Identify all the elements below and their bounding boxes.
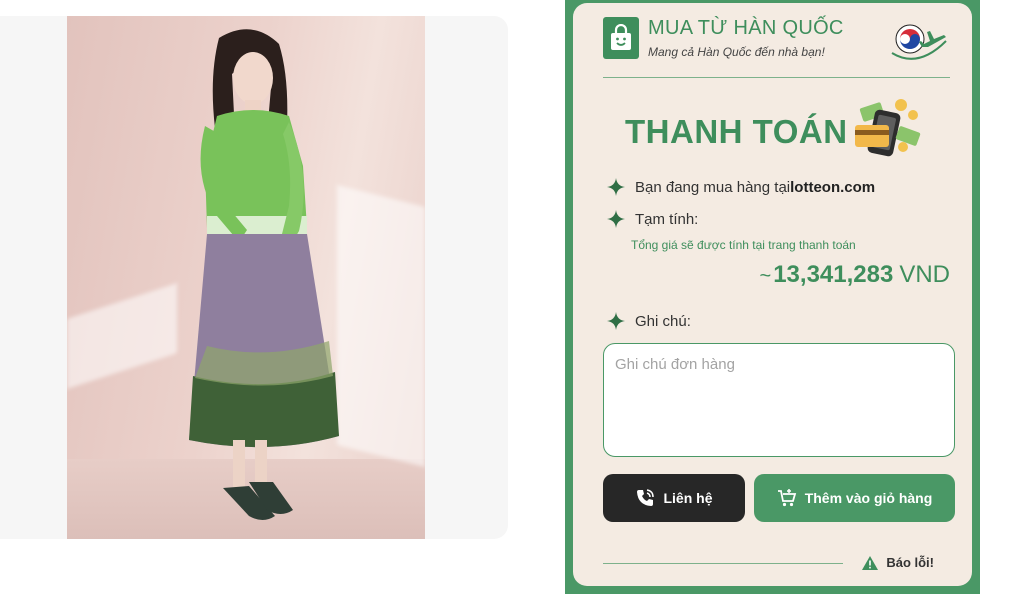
store-prefix: Bạn đang mua hàng tại	[635, 178, 791, 196]
brand-subtitle: Mang cả Hàn Quốc đến nhà bạn!	[648, 45, 825, 59]
price-prefix: ~	[759, 265, 772, 287]
price-display: ~13,341,283 VND	[760, 261, 950, 289]
header-divider	[603, 77, 950, 78]
price-amount: 13,341,283	[773, 261, 894, 288]
checkout-card: MUA TỪ HÀN QUỐC Mang cả Hàn Quốc đến nhà…	[573, 3, 972, 586]
note-row: Ghi chú:	[607, 312, 691, 330]
order-note-input[interactable]	[603, 343, 955, 457]
store-row: Bạn đang mua hàng tại lotteon.com	[607, 178, 875, 196]
phone-icon	[637, 489, 655, 506]
contact-button[interactable]: Liên hệ	[603, 474, 745, 522]
add-to-cart-label: Thêm vào giỏ hàng	[804, 490, 933, 506]
sparkle-icon	[607, 210, 625, 228]
brand-header[interactable]: MUA TỪ HÀN QUỐC Mang cả Hàn Quốc đến nhà…	[603, 17, 844, 59]
product-page: MUA TỪ HÀN QUỐC Mang cả Hàn Quốc đến nhà…	[0, 0, 1024, 605]
footer-divider	[603, 563, 843, 564]
checkout-panel: MUA TỪ HÀN QUỐC Mang cả Hàn Quốc đến nhà…	[565, 0, 980, 594]
brand-title: MUA TỪ HÀN QUỐC	[648, 17, 844, 39]
report-label: Báo lỗi!	[886, 555, 934, 570]
subtotal-note: Tổng giá sẽ được tính tại trang thanh to…	[631, 238, 856, 252]
warning-icon	[862, 555, 879, 570]
korea-flag-plane-icon	[888, 19, 948, 65]
product-image[interactable]	[67, 16, 425, 539]
report-error-link[interactable]: Báo lỗi!	[862, 555, 934, 570]
sparkle-icon	[607, 178, 625, 196]
price-currency: VND	[899, 261, 950, 288]
add-to-cart-button[interactable]: Thêm vào giỏ hàng	[754, 474, 955, 522]
phone-card-payment-icon	[851, 97, 923, 161]
cart-icon	[777, 489, 796, 507]
store-name[interactable]: lotteon.com	[790, 179, 875, 196]
subtotal-label: Tạm tính:	[635, 210, 699, 228]
note-label: Ghi chú:	[635, 312, 691, 330]
checkout-heading: THANH TOÁN	[625, 113, 848, 150]
shopping-bag-icon	[603, 17, 639, 59]
contact-label: Liên hệ	[663, 490, 713, 506]
sparkle-icon	[607, 312, 625, 330]
subtotal-row: Tạm tính:	[607, 210, 698, 228]
